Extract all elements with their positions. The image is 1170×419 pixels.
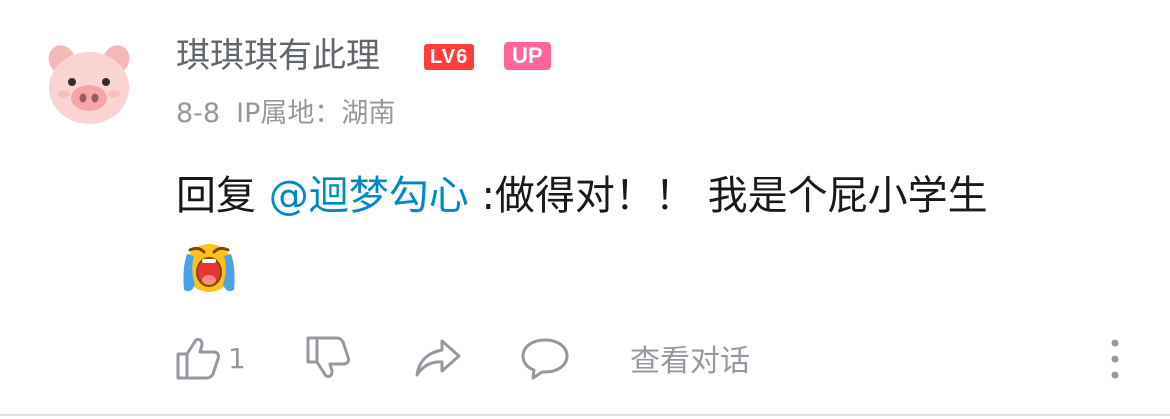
comment-text: :做得对！！ 我是个屁小学生 — [481, 173, 988, 219]
like-button[interactable]: 1 — [176, 334, 246, 382]
mention-link[interactable]: @迴梦勾心 — [269, 173, 469, 219]
username[interactable]: 琪琪琪有此理 — [176, 34, 380, 78]
action-bar: 1 查看对话 — [0, 326, 1170, 390]
comment-bubble-icon — [521, 338, 569, 380]
comment-meta: 8-8 IP属地：湖南 — [176, 96, 395, 132]
reply-button[interactable] — [520, 334, 570, 382]
ip-location: IP属地：湖南 — [236, 98, 396, 129]
divider — [0, 414, 1170, 416]
view-conversation-label: 查看对话 — [630, 344, 750, 379]
view-conversation-link[interactable]: 查看对话 — [630, 334, 750, 382]
share-icon — [415, 339, 461, 377]
comment-date: 8-8 — [176, 98, 221, 129]
thumbs-up-icon — [176, 338, 220, 380]
thumbs-down-icon — [306, 336, 350, 378]
reply-prefix: 回复 — [176, 173, 256, 219]
up-badge: UP — [504, 42, 551, 70]
share-button[interactable] — [414, 334, 462, 382]
pig-avatar[interactable] — [44, 38, 134, 128]
comment-body: 回复 @迴梦勾心 :做得对！！ 我是个屁小学生 — [176, 168, 988, 224]
level-badge: LV6 — [424, 44, 475, 70]
crying-emoji — [183, 244, 235, 292]
more-vertical-icon[interactable] — [1100, 336, 1130, 382]
dislike-button[interactable] — [306, 334, 352, 382]
like-count: 1 — [228, 341, 246, 375]
